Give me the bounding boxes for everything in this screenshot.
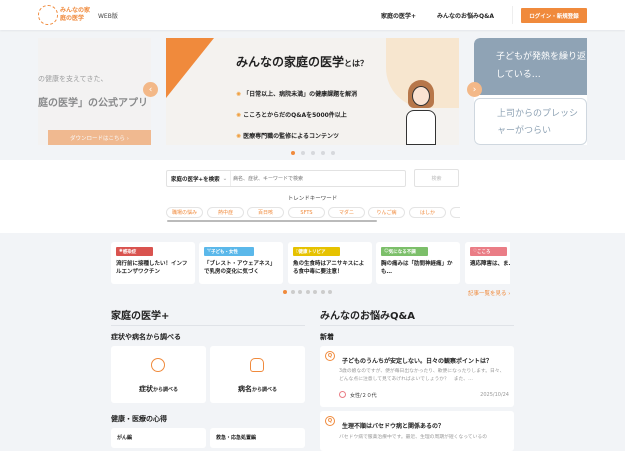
disease-search-button[interactable]: 病名から調べる (210, 346, 305, 403)
slide-title: みんなの家庭の医学 (236, 55, 345, 69)
header: みんなの家庭の医学 WEB版 家庭の医学+ みんなのお悩みQ&A ログイン・新規… (0, 0, 625, 30)
question-title: 子どものうんちが安定しない。日々の観察ポイントは？ (342, 358, 493, 365)
child-face-icon (151, 358, 165, 372)
question-user: 女性/２０代 (350, 393, 377, 399)
article-title: 「ブレスト・アウェアネス」で乳房の変化に気づく (204, 261, 276, 275)
logo-icon[interactable] (38, 5, 58, 25)
keyword-chip[interactable]: はしか (409, 207, 446, 218)
article-card[interactable]: ♈ 子ども・女性「ブレスト・アウェアネス」で乳房の変化に気づく (199, 242, 283, 284)
carousel-dot[interactable] (321, 151, 325, 155)
carousel-slide-prev[interactable]: の健康を支えてきた、 庭の医学」の公式アプリ ダウンロードはこちら › (38, 38, 151, 145)
dot[interactable] (328, 290, 332, 294)
keyword-scrollbar[interactable] (167, 220, 377, 222)
slide-point: ✺ こころとからだのQ&Aを5000件以上 (236, 112, 347, 119)
search-input[interactable] (233, 172, 403, 185)
article-dots (283, 290, 332, 294)
user-avatar-icon (339, 391, 346, 398)
doctor-illustration (404, 80, 438, 145)
category-tag: ☺ 気になる不調 (381, 247, 428, 256)
question-card[interactable]: Q 生理不順はバセドウ病と関係あるの？ バセドウ病で服薬治療中です。最近、生理の… (320, 411, 514, 451)
carousel-dot[interactable] (301, 151, 305, 155)
divider (512, 6, 513, 24)
question-date: 2025/10/24 (480, 392, 509, 398)
search-section: 家庭の医学+を検索⌄ 検索 トレンドキーワード 職場の悩み 熱中症 百日咳 SF… (0, 160, 625, 233)
keyword-chip[interactable]: りんご病 (368, 207, 405, 218)
slide-title-suffix: とは？ (344, 59, 369, 68)
chevron-down-icon: ⌄ (222, 175, 228, 182)
category-tag: ♈ 子ども・女性 (204, 247, 254, 256)
search-button[interactable]: 検索 (414, 169, 459, 187)
carousel-slide-main[interactable]: みんなの家庭の医学とは？ ✺ 「日常以上、病院未満」の健康課題を解消 ✺ こころ… (166, 38, 459, 145)
dot[interactable] (313, 290, 317, 294)
corner-decoration (166, 38, 214, 98)
health-heading: 健康・医療の心得 (111, 415, 167, 423)
slide-bubble: 上司からのプレッシャーがつらい (474, 98, 587, 145)
keyword-chip[interactable]: マダニ (328, 207, 365, 218)
search-scope-select[interactable]: 家庭の医学+を検索 ⌄ (167, 171, 231, 186)
health-item[interactable]: がん編 (111, 428, 206, 448)
category-tag: ✺ 感染症 (116, 247, 153, 256)
article-card[interactable]: ♡ こころ適応障害は、ま…から (465, 242, 510, 284)
trend-label: トレンドキーワード (287, 196, 338, 202)
category-tag: ▯ 健康トリビア (293, 247, 340, 256)
dot[interactable] (298, 290, 302, 294)
download-button[interactable]: ダウンロードはこちら › (48, 130, 151, 145)
keyword-chip[interactable]: 熱中症 (207, 207, 244, 218)
category-tag: ♡ こころ (470, 247, 507, 256)
keyword-chip[interactable]: 百日咳 (247, 207, 284, 218)
symptom-search-button[interactable]: 症状から調べる (111, 346, 206, 403)
carousel-dot[interactable] (331, 151, 335, 155)
slide-text: 庭の医学」の公式アプリ (38, 98, 148, 109)
slide-bubble: 子どもが発熱を繰り返している… (474, 38, 587, 95)
nav-kateino-igaku[interactable]: 家庭の医学+ (381, 11, 416, 20)
keyword-chip[interactable]: 職場の悩み (166, 207, 203, 218)
carousel-slide-next[interactable]: 子どもが発熱を繰り返している… 上司からのプレッシャーがつらい (474, 38, 587, 145)
dot[interactable] (305, 290, 310, 294)
kateino-igaku-heading: 家庭の医学+ (111, 307, 305, 326)
carousel-dot[interactable] (291, 151, 295, 155)
article-card[interactable]: ☺ 気になる不調胸の痛みは「肋間神経痛」かも… (376, 242, 460, 284)
carousel-next-button[interactable]: › (467, 82, 482, 97)
login-button[interactable]: ログイン・新規登録 (521, 8, 587, 23)
slide-point: ✺ 医療専門職の監修によるコンテンツ (236, 133, 339, 140)
dot[interactable] (320, 290, 325, 294)
question-icon: Q (325, 416, 335, 426)
keyword-chip[interactable]: SFTS (288, 207, 325, 218)
slide-text: の健康を支えてきた、 (38, 75, 108, 83)
question-card[interactable]: Q 子どものうんちが安定しない。日々の観察ポイントは？ 3歳の娘なのですが、便が… (320, 346, 514, 407)
dot[interactable] (290, 290, 295, 294)
article-title: 流行前に接種したい！インフルエンザワクチン (116, 261, 188, 275)
qa-heading: みんなのお悩みQ&A (320, 307, 514, 326)
question-body: バセドウ病で服薬治療中です。最近、生理の周期が短くなっているの (339, 435, 487, 440)
lungs-icon (250, 358, 264, 372)
slide-point: ✺ 「日常以上、病院未満」の健康課題を解消 (236, 91, 358, 98)
carousel-dot[interactable] (311, 151, 315, 155)
article-title: 適応障害は、ま…から (470, 261, 510, 267)
article-title: 魚の生食時はアニサキスによる食中毒に要注意！ (293, 261, 365, 275)
keyword-chip-partial[interactable] (450, 207, 460, 218)
article-card[interactable]: ✺ 感染症流行前に接種したい！インフルエンザワクチン (111, 242, 195, 284)
nav-qa[interactable]: みんなのお悩みQ&A (437, 11, 494, 20)
search-box: 家庭の医学+を検索 ⌄ (166, 170, 406, 187)
question-title: 生理不順はバセドウ病と関係あるの？ (342, 423, 445, 430)
health-item[interactable]: 救急・応急処置編 (210, 428, 305, 448)
new-heading: 新着 (320, 333, 334, 341)
question-body: 3歳の娘なのですが、便が毎日出なかったり、軟便になったりします。日々、どんな点に… (339, 369, 505, 382)
see-all-link[interactable]: 記事一覧を見る › (468, 289, 510, 297)
search-by-heading: 症状や病名から調べる (111, 333, 181, 341)
logo-text[interactable]: みんなの家庭の医学 (60, 7, 94, 23)
question-icon: Q (325, 351, 335, 361)
article-card[interactable]: ▯ 健康トリビア魚の生食時はアニサキスによる食中毒に要注意！ (288, 242, 372, 284)
dot[interactable] (283, 290, 287, 294)
web-label: WEB版 (98, 13, 118, 20)
article-title: 胸の痛みは「肋間神経痛」かも… (381, 261, 453, 275)
carousel-prev-button[interactable]: ‹ (143, 82, 158, 97)
